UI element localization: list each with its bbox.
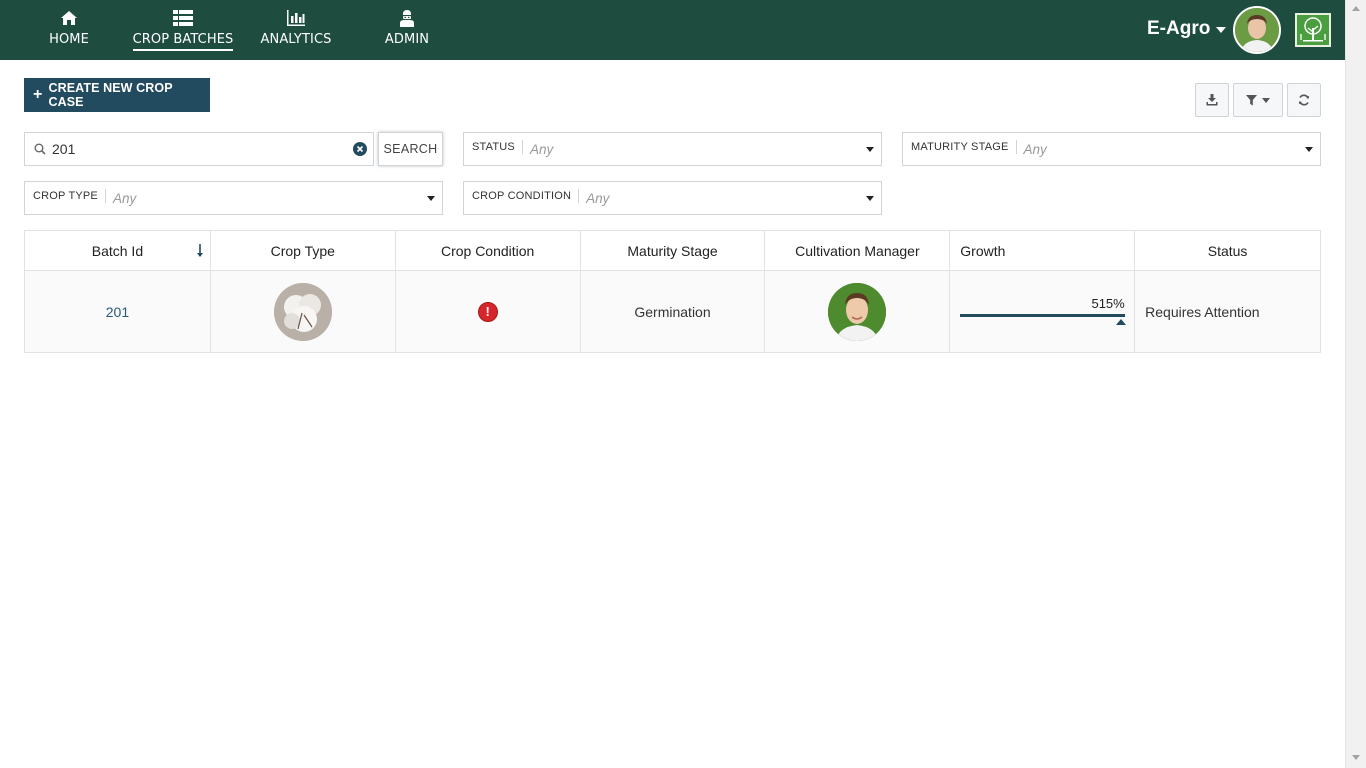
top-navbar: HOME CROP BATCHES ANALYTICS ADMIN E-Agro (0, 0, 1345, 60)
nav-admin-label: ADMIN (384, 32, 430, 47)
scroll-up-icon[interactable] (1352, 6, 1360, 11)
column-header-cultivation-manager[interactable]: Cultivation Manager (765, 231, 951, 270)
table-header-row: Batch Id Crop Type Crop Condition Maturi… (25, 231, 1320, 271)
nav-home-label: HOME (49, 32, 89, 47)
status-cell: Requires Attention (1145, 303, 1260, 320)
search-field (24, 132, 374, 166)
nav-analytics-label: ANALYTICS (260, 32, 332, 47)
create-crop-case-label: CREATE NEW CROP CASE (48, 81, 173, 109)
scroll-down-icon[interactable] (1352, 755, 1360, 760)
growth-progress-track (959, 313, 1125, 317)
manager-avatar (828, 282, 887, 341)
column-header-label: Batch Id (91, 242, 144, 259)
home-icon (60, 9, 78, 27)
crop-batches-table: Batch Id Crop Type Crop Condition Maturi… (24, 230, 1321, 353)
chevron-down-icon (866, 195, 874, 201)
search-input[interactable] (52, 141, 342, 157)
admin-icon (399, 9, 415, 27)
growth-marker-icon (1115, 318, 1126, 325)
crop-condition-cell: ! (396, 271, 581, 352)
list-icon (173, 9, 193, 27)
crop-type-cell (211, 271, 396, 352)
maturity-stage-cell: Germination (581, 271, 766, 352)
crop-type-filter-label: CROP TYPE (25, 189, 106, 203)
refresh-button[interactable] (1287, 83, 1321, 117)
nav-crop-batches-label: CROP BATCHES (132, 32, 234, 51)
column-header-maturity-stage[interactable]: Maturity Stage (581, 231, 766, 270)
app-logo (1295, 13, 1331, 47)
download-icon (1206, 91, 1218, 110)
batch-id-cell: 201 (25, 271, 211, 352)
alert-icon: ! (477, 301, 498, 322)
growth-progress: 515% (959, 292, 1126, 332)
nav-analytics[interactable]: ANALYTICS (258, 0, 334, 60)
clear-search-icon[interactable] (353, 142, 367, 156)
chevron-down-icon (1305, 146, 1313, 152)
column-header-crop-type[interactable]: Crop Type (211, 231, 396, 270)
plus-icon: + (33, 86, 43, 103)
search-button[interactable]: SEARCH (378, 132, 443, 166)
org-switcher[interactable]: E-Agro (1147, 18, 1227, 40)
status-filter-value: Any (529, 141, 554, 157)
batch-id-link[interactable]: 201 (106, 304, 129, 320)
growth-cell: 515% (950, 271, 1136, 352)
chevron-down-icon (427, 195, 435, 201)
status-filter[interactable]: STATUS Any (463, 132, 882, 166)
sort-descending-icon[interactable] (196, 244, 204, 261)
cultivation-manager-cell (765, 271, 951, 352)
table-row[interactable]: 201 ! Germination 515% Requires Attentio… (25, 271, 1320, 352)
filter-menu-button[interactable] (1233, 83, 1283, 117)
crop-type-filter[interactable]: CROP TYPE Any (24, 181, 443, 215)
search-icon (34, 143, 46, 155)
cotton-crop-image (273, 282, 332, 341)
growth-progress-fill (959, 313, 1125, 317)
vertical-scrollbar[interactable] (1345, 0, 1366, 768)
maturity-stage-filter-value: Any (1023, 141, 1047, 157)
bar-chart-icon (286, 9, 306, 27)
column-header-crop-condition[interactable]: Crop Condition (396, 231, 581, 270)
crop-condition-filter-label: CROP CONDITION (464, 189, 580, 203)
refresh-icon (1298, 91, 1310, 110)
nav-admin[interactable]: ADMIN (380, 0, 434, 60)
nav-home[interactable]: HOME (44, 0, 94, 60)
chevron-down-icon (1262, 97, 1270, 103)
chevron-down-icon (866, 146, 874, 152)
crop-condition-filter-value: Any (586, 190, 610, 206)
nav-crop-batches[interactable]: CROP BATCHES (132, 0, 234, 60)
chevron-down-icon (1216, 27, 1227, 33)
brand-name: E-Agro (1147, 18, 1211, 39)
download-button[interactable] (1195, 83, 1229, 117)
growth-value: 515% (1091, 295, 1125, 311)
column-header-batch-id[interactable]: Batch Id (25, 231, 211, 270)
filter-icon (1246, 91, 1257, 110)
maturity-stage-filter-label: MATURITY STAGE (903, 140, 1017, 154)
create-crop-case-button[interactable]: + CREATE NEW CROP CASE (24, 78, 210, 112)
status-filter-label: STATUS (464, 140, 523, 154)
crop-condition-filter[interactable]: CROP CONDITION Any (463, 181, 882, 215)
maturity-stage-filter[interactable]: MATURITY STAGE Any (902, 132, 1321, 166)
column-header-growth[interactable]: Growth (950, 231, 1136, 270)
user-avatar[interactable] (1233, 6, 1281, 54)
crop-type-filter-value: Any (112, 190, 137, 206)
column-header-status[interactable]: Status (1135, 231, 1320, 270)
